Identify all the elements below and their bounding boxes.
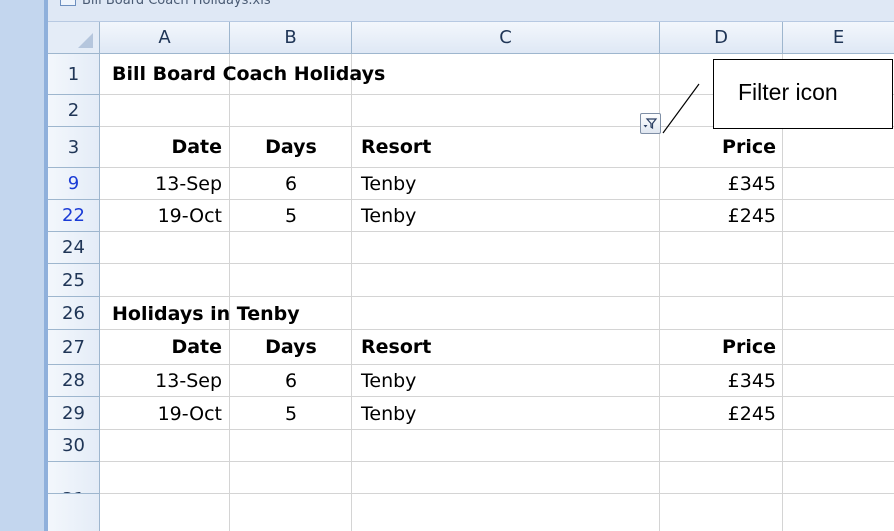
filter-icon-callout: Filter icon [713, 59, 893, 129]
callout-label: Filter icon [738, 79, 838, 105]
callout-pointer-line [662, 83, 700, 134]
